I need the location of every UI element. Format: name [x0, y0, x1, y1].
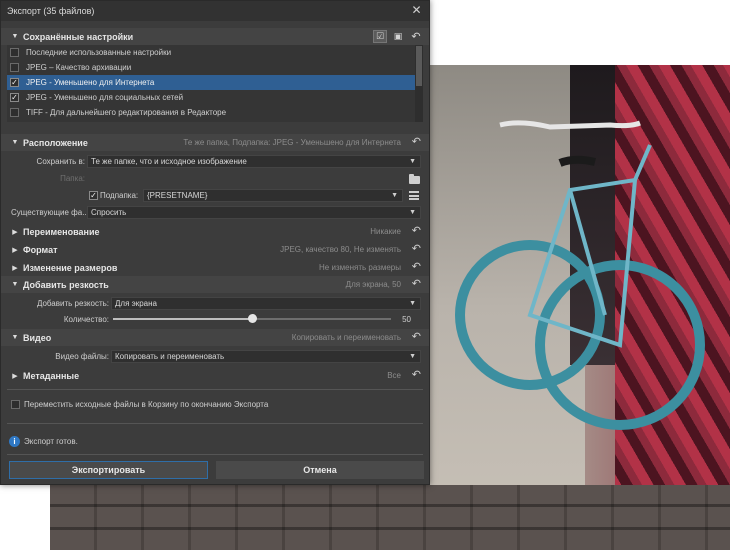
format-summary: JPEG, качество 80, Не изменять — [280, 245, 401, 254]
expand-triangle-icon: ▶ — [12, 246, 18, 254]
trash-checkbox[interactable] — [11, 400, 20, 409]
preset-checkbox[interactable] — [10, 63, 19, 72]
undo-icon[interactable]: ↶ — [412, 260, 421, 273]
rename-summary: Никакие — [370, 227, 401, 236]
section-rename[interactable]: ▶ Переименование Никакие ↶ — [1, 223, 429, 240]
collapse-triangle-icon: ▼ — [11, 281, 19, 288]
cancel-button[interactable]: Отмена — [216, 461, 424, 479]
section-sharpen[interactable]: ▼ Добавить резкость Для экрана, 50 ↶ — [1, 276, 429, 293]
preset-scrollbar[interactable] — [415, 45, 423, 122]
preset-list: Последние использованные настройки JPEG … — [7, 45, 415, 122]
expand-triangle-icon: ▶ — [12, 372, 18, 380]
amount-slider-fill — [113, 318, 252, 320]
preset-checkbox[interactable] — [10, 108, 19, 117]
undo-icon[interactable]: ↶ — [412, 224, 421, 237]
undo-icon[interactable]: ↶ — [409, 30, 423, 43]
amount-label: Количество: — [63, 315, 109, 324]
section-format[interactable]: ▶ Формат JPEG, качество 80, Не изменять … — [1, 241, 429, 258]
amount-slider-knob[interactable] — [247, 314, 257, 323]
collapse-triangle-icon: ▼ — [11, 139, 19, 146]
info-icon: i — [9, 436, 20, 447]
section-resize[interactable]: ▶ Изменение размеров Не изменять размеры… — [1, 259, 429, 276]
sharpen-summary: Для экрана, 50 — [345, 280, 401, 289]
preset-item[interactable]: ✓ JPEG - Уменьшено для социальных сетей — [7, 90, 415, 105]
section-saved-settings[interactable]: ▼ Сохранённые настройки ☑ ▣ ↶ — [1, 28, 429, 45]
existing-files-dropdown[interactable]: Спросить ▼ — [87, 206, 421, 219]
metadata-summary: Все — [387, 371, 401, 380]
subfolder-dropdown[interactable]: {PRESETNAME} ▼ — [143, 189, 403, 202]
section-metadata[interactable]: ▶ Метаданные Все ↶ — [1, 367, 429, 384]
trash-option-label: Переместить исходные файлы в Корзину по … — [24, 400, 269, 409]
preset-checkbox[interactable]: ✓ — [10, 93, 19, 102]
export-dialog: Экспорт (35 файлов) ✕ ▼ Сохранённые наст… — [0, 0, 430, 485]
preset-item[interactable]: Последние использованные настройки — [7, 45, 415, 60]
preset-checkbox[interactable]: ✓ — [10, 78, 19, 87]
folder-icon[interactable] — [409, 174, 420, 184]
folder-label: Папка: — [60, 174, 85, 183]
subfolder-label: Подпапка: — [100, 191, 139, 200]
export-button[interactable]: Экспортировать — [9, 461, 208, 479]
expand-triangle-icon: ▶ — [12, 228, 18, 236]
preset-item[interactable]: TIFF - Для дальнейшего редактирования в … — [7, 105, 415, 120]
collapse-triangle-icon: ▼ — [11, 33, 19, 40]
video-files-dropdown[interactable]: Копировать и переименовать ▼ — [111, 350, 421, 363]
location-summary: Те же папка, Подпапка: JPEG - Уменьшено … — [183, 138, 401, 147]
subfolder-checkbox[interactable]: ✓ — [89, 191, 98, 200]
close-icon[interactable]: ✕ — [410, 4, 423, 17]
amount-value: 50 — [402, 315, 411, 324]
undo-icon[interactable]: ↶ — [412, 242, 421, 255]
menu-icon[interactable] — [409, 191, 419, 200]
resize-summary: Не изменять размеры — [319, 263, 401, 272]
undo-icon[interactable]: ↶ — [412, 368, 421, 381]
chevron-down-icon: ▼ — [409, 209, 416, 216]
video-files-label: Видео файлы: — [55, 352, 109, 361]
undo-icon[interactable]: ↶ — [412, 135, 421, 148]
video-summary: Копировать и переименовать — [291, 333, 401, 342]
undo-icon[interactable]: ↶ — [412, 330, 421, 343]
undo-icon[interactable]: ↶ — [412, 277, 421, 290]
add-sharpness-label: Добавить резкость: — [36, 299, 109, 308]
collapse-triangle-icon: ▼ — [11, 334, 19, 341]
section-location[interactable]: ▼ Расположение Те же папка, Подпапка: JP… — [1, 134, 429, 151]
preset-checkbox[interactable] — [10, 48, 19, 57]
chevron-down-icon: ▼ — [409, 353, 416, 360]
select-preset-icon[interactable]: ☑ — [373, 30, 387, 43]
title-bar: Экспорт (35 файлов) ✕ — [1, 1, 429, 21]
save-to-label: Сохранить в: — [36, 157, 85, 166]
chevron-down-icon: ▼ — [409, 158, 416, 165]
add-sharpness-dropdown[interactable]: Для экрана ▼ — [111, 297, 421, 310]
chevron-down-icon: ▼ — [409, 300, 416, 307]
save-to-dropdown[interactable]: Те же папке, что и исходное изображение … — [87, 155, 421, 168]
section-video[interactable]: ▼ Видео Копировать и переименовать ↶ — [1, 329, 429, 346]
preset-item[interactable]: JPEG – Качество архивации — [7, 60, 415, 75]
preset-item-selected[interactable]: ✓ JPEG - Уменьшено для Интернета — [7, 75, 415, 90]
chevron-down-icon: ▼ — [391, 192, 398, 199]
existing-files-label: Существующие фа... — [11, 208, 89, 217]
status-text: Экспорт готов. — [24, 437, 78, 446]
expand-triangle-icon: ▶ — [12, 264, 18, 272]
window-title: Экспорт (35 файлов) — [7, 6, 95, 16]
save-preset-icon[interactable]: ▣ — [391, 30, 405, 43]
